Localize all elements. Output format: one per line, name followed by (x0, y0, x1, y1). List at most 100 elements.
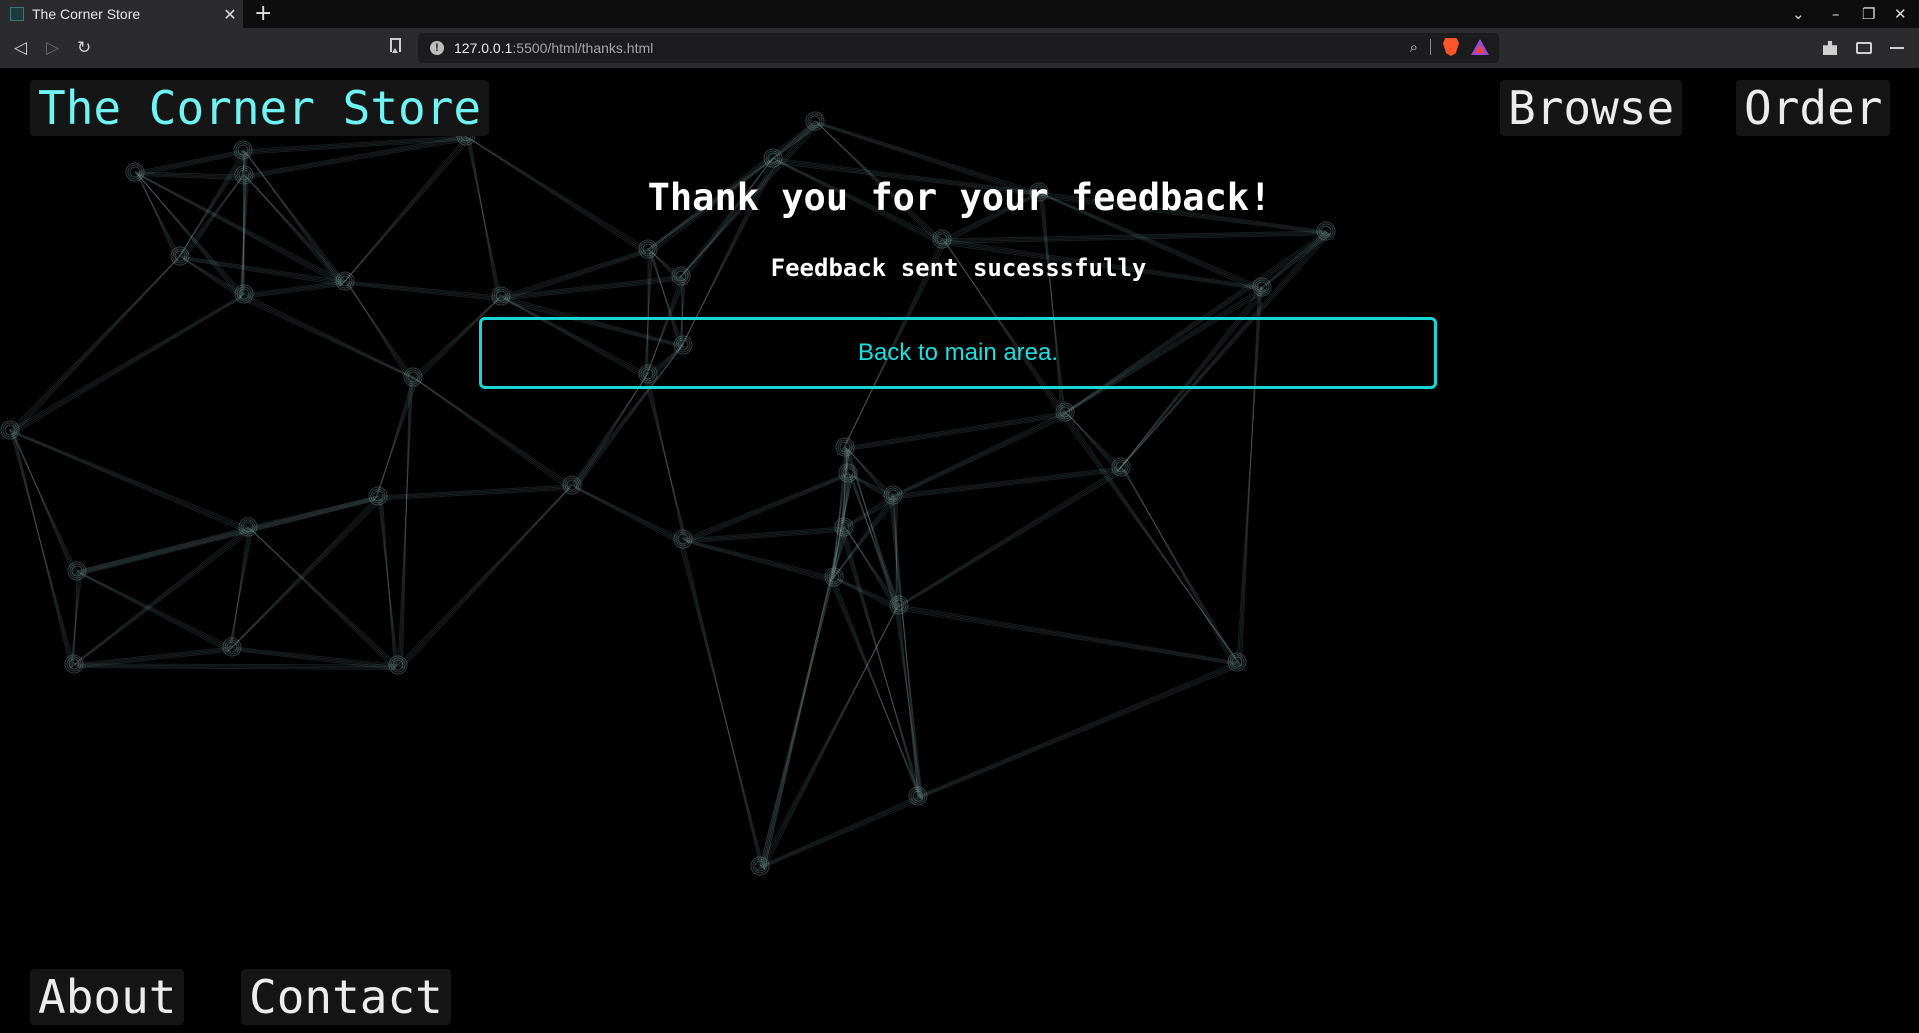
network-edge (252, 530, 395, 670)
network-edge (1069, 415, 1118, 472)
network-edge (243, 135, 467, 176)
page-title: Thank you for your feedback! (647, 176, 1272, 219)
tab-list-icon[interactable]: ⌄ (1792, 3, 1805, 25)
network-edge (1060, 416, 1242, 666)
network-edge (643, 378, 688, 543)
network-edge (76, 570, 233, 648)
brave-shields-icon[interactable] (1443, 38, 1459, 56)
network-edge (81, 500, 375, 576)
network-edge (227, 530, 253, 652)
url-host: 127.0.0.1 (454, 40, 513, 56)
network-edge (897, 467, 1123, 607)
network-edge (239, 139, 471, 155)
network-edge (571, 484, 684, 540)
network-edge (897, 606, 1239, 664)
extensions-icon[interactable] (1823, 41, 1837, 55)
network-edge (78, 497, 377, 573)
reload-button[interactable]: ↻ (77, 37, 91, 59)
network-edge (231, 646, 399, 666)
restore-button[interactable]: ❐ (1862, 3, 1875, 25)
network-edge (895, 609, 1242, 667)
network-edge (347, 282, 499, 300)
address-bar[interactable]: ! 127.0.0.1:5500/html/thanks.html ⌕ (418, 33, 1499, 63)
network-edge (678, 543, 765, 870)
network-edge (134, 149, 244, 173)
network-edge (890, 468, 1125, 499)
network-edge (344, 280, 502, 297)
network-edge (576, 488, 680, 544)
network-edge (139, 154, 240, 177)
network-edge (78, 571, 232, 649)
network-edge (9, 293, 245, 431)
site-info-icon[interactable]: ! (430, 41, 444, 55)
network-edge (685, 540, 832, 581)
network-edge (79, 572, 230, 651)
back-to-main-link[interactable]: Back to main area. (479, 317, 1437, 389)
network-edge (682, 538, 835, 578)
brave-rewards-icon[interactable] (1471, 39, 1489, 55)
network-edge (241, 296, 417, 380)
tab-close-icon[interactable]: ✕ (217, 5, 243, 24)
bookmark-icon[interactable] (390, 38, 401, 53)
network-edge (839, 531, 923, 800)
nav-contact[interactable]: Contact (241, 969, 451, 1025)
network-edge (382, 499, 395, 670)
back-button[interactable]: ◁ (14, 37, 27, 59)
page-subtitle: Feedback sent sucesssfully (770, 254, 1147, 282)
network-edge (764, 609, 896, 870)
network-edge (12, 431, 246, 531)
network-edge (898, 466, 1122, 606)
page-viewport: The Corner Store Browse Order Thank you … (0, 68, 1919, 1033)
network-edge (14, 298, 241, 435)
zoom-icon[interactable]: ⌕ (1410, 38, 1418, 56)
network-edge (682, 472, 849, 540)
tab-strip: The Corner Store ✕ + ⌄ – ❐ ✕ (0, 0, 1919, 28)
network-edge (914, 665, 1242, 801)
network-edge (245, 282, 344, 296)
network-edge (829, 581, 923, 800)
network-edge (916, 662, 1239, 798)
network-edge (9, 429, 249, 528)
network-edge (240, 298, 418, 382)
network-edge (14, 433, 71, 669)
network-edge (380, 487, 570, 499)
network-edge (1125, 470, 1234, 667)
nav-browse[interactable]: Browse (1500, 80, 1683, 136)
network-edge (687, 542, 831, 582)
network-edge (402, 489, 569, 669)
network-edge (81, 574, 229, 652)
network-edge (76, 495, 379, 572)
network-edge (888, 499, 923, 800)
network-edge (246, 283, 343, 297)
network-edge (898, 604, 1238, 663)
network-edge (349, 284, 410, 382)
favicon-icon (10, 7, 24, 21)
network-edge (137, 152, 241, 175)
new-tab-button[interactable]: + (254, 2, 272, 26)
window-close-button[interactable]: ✕ (1894, 3, 1907, 25)
url-path: :5500/html/thanks.html (512, 40, 654, 56)
network-edge (73, 526, 249, 665)
network-edge (684, 539, 833, 579)
network-edge (233, 647, 397, 667)
wallet-icon[interactable] (1856, 42, 1872, 54)
brand-logo[interactable]: The Corner Store (30, 80, 490, 136)
browser-tab[interactable]: The Corner Store ✕ (0, 0, 243, 28)
nav-about[interactable]: About (30, 969, 185, 1025)
browser-toolbar: ◁ ▷ ↻ ! 127.0.0.1:5500/html/thanks.html … (0, 28, 1919, 68)
minimize-button[interactable]: – (1832, 3, 1840, 25)
network-edge (79, 498, 376, 574)
network-edge (379, 486, 571, 498)
network-edge (11, 295, 244, 432)
network-edge (417, 380, 569, 490)
network-edge (917, 661, 1238, 797)
network-edge (349, 284, 498, 301)
forward-button[interactable]: ▷ (46, 37, 59, 59)
network-edge (573, 485, 683, 541)
network-edge (892, 411, 1066, 496)
network-edge (346, 281, 500, 298)
network-edge (756, 799, 923, 871)
nav-order[interactable]: Order (1736, 80, 1891, 136)
network-edge (73, 646, 233, 665)
network-edge (889, 470, 1126, 500)
